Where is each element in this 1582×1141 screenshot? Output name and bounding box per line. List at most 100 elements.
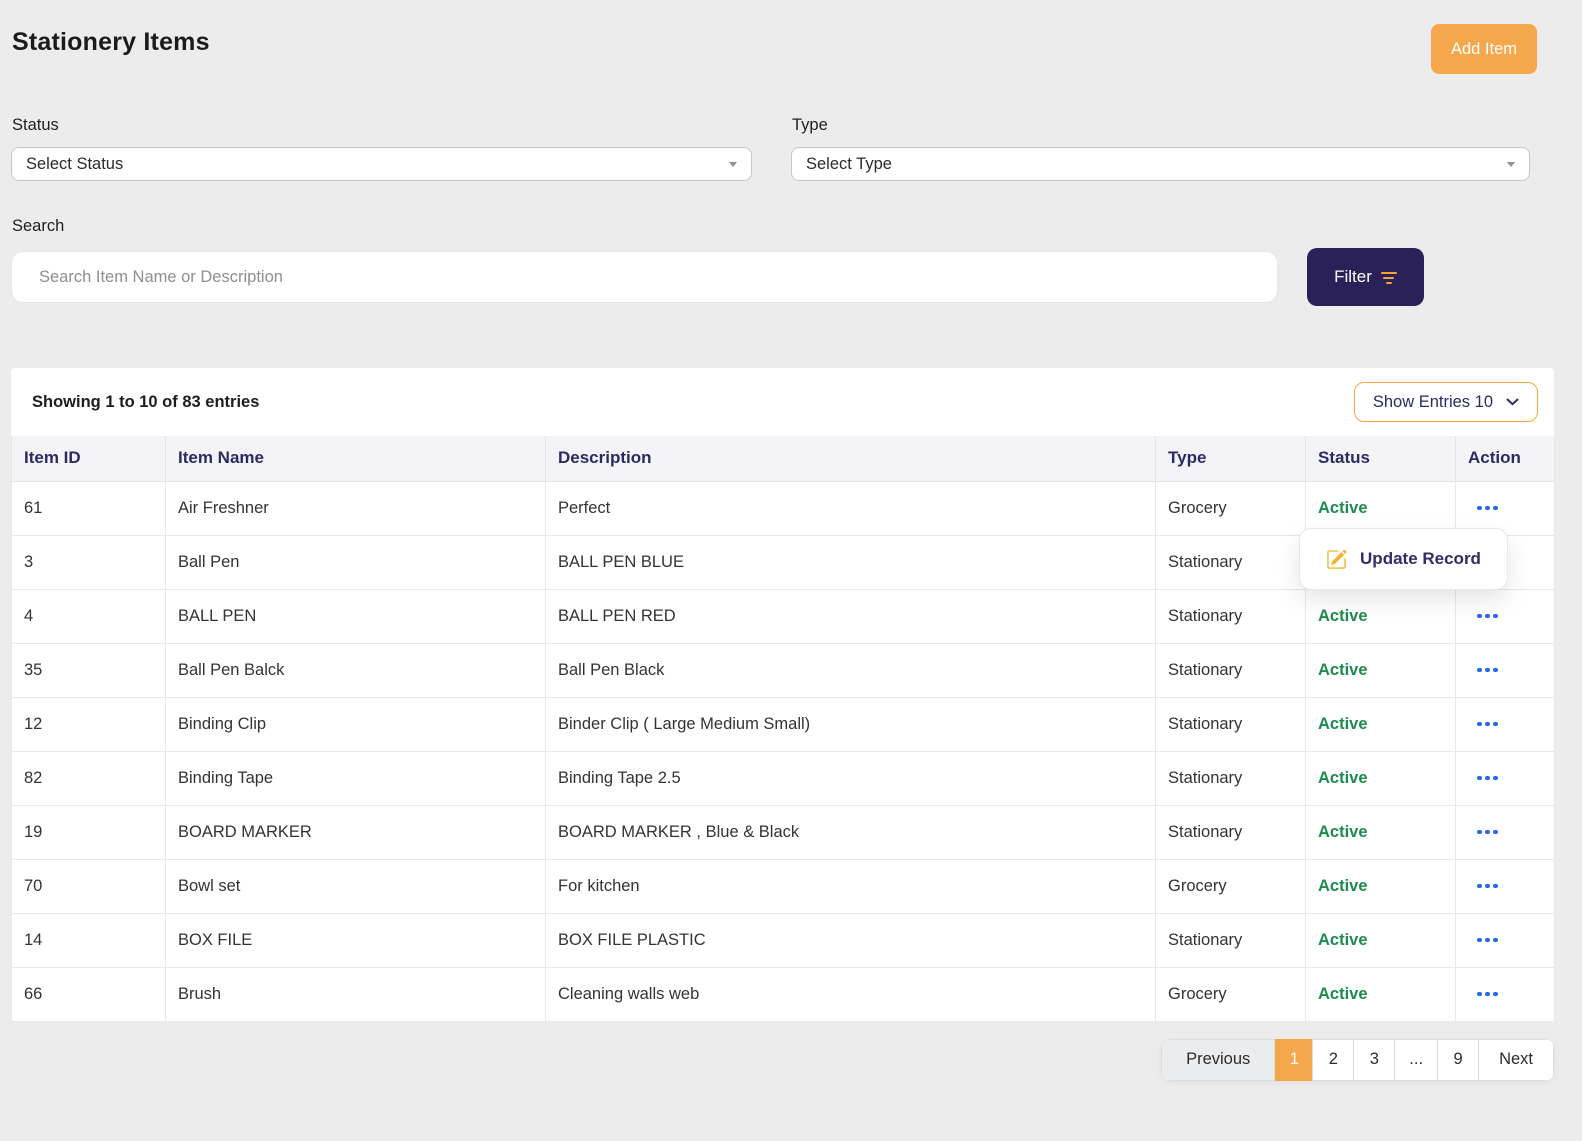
cell-action <box>1455 588 1555 644</box>
update-record-label: Update Record <box>1360 549 1481 568</box>
cell-status: Active <box>1305 804 1456 860</box>
update-record-menu-item[interactable]: Update Record <box>1299 528 1508 590</box>
cell-status: Active <box>1305 480 1456 536</box>
cell-description: BOARD MARKER , Blue & Black <box>545 804 1156 860</box>
page: Stationery Items Add Item Status Select … <box>0 0 1582 1081</box>
cell-item-id: 61 <box>11 480 166 536</box>
table-row: 66 Brush Cleaning walls web Grocery Acti… <box>11 966 1555 1022</box>
cell-action <box>1455 750 1555 806</box>
ellipsis-icon <box>1477 937 1482 943</box>
cell-type: Grocery <box>1155 480 1306 536</box>
status-filter-group: Status Select Status <box>11 80 752 181</box>
pagination-page-button[interactable]: 9 <box>1437 1038 1480 1081</box>
col-description: Description <box>545 436 1156 482</box>
cell-description: BALL PEN BLUE <box>545 534 1156 590</box>
cell-action <box>1455 858 1555 914</box>
cell-item-name: Binding Tape <box>165 750 546 806</box>
cell-status: Active <box>1305 588 1456 644</box>
cell-item-name: BALL PEN <box>165 588 546 644</box>
cell-item-name: Ball Pen <box>165 534 546 590</box>
chevron-down-icon <box>1506 398 1519 406</box>
ellipsis-icon <box>1477 613 1482 619</box>
cell-type: Stationary <box>1155 750 1306 806</box>
filters-grid: Status Select Status Type Select Type <box>11 80 1554 181</box>
col-status: Status <box>1305 436 1456 482</box>
ellipsis-icon <box>1477 775 1482 781</box>
ellipsis-icon <box>1477 667 1482 673</box>
cell-item-name: Air Freshner <box>165 480 546 536</box>
type-filter-group: Type Select Type <box>791 80 1530 181</box>
cell-item-id: 12 <box>11 696 166 752</box>
row-actions-button[interactable] <box>1475 932 1500 949</box>
cell-status: Active <box>1305 966 1456 1022</box>
col-action: Action <box>1455 436 1555 482</box>
cell-item-id: 66 <box>11 966 166 1022</box>
cell-type: Stationary <box>1155 912 1306 968</box>
show-entries-select[interactable]: Show Entries 10 <box>1353 382 1538 422</box>
show-entries-label: Show Entries 10 <box>1372 392 1493 411</box>
table-row: 61 Air Freshner Perfect Grocery Active <box>11 480 1555 536</box>
cell-item-name: BOX FILE <box>165 912 546 968</box>
row-actions-button[interactable] <box>1475 662 1500 679</box>
cell-action <box>1455 966 1555 1022</box>
add-item-button[interactable]: Add Item <box>1430 24 1537 74</box>
row-actions-button[interactable] <box>1475 500 1500 517</box>
table-row: 19 BOARD MARKER BOARD MARKER , Blue & Bl… <box>11 804 1555 860</box>
search-input[interactable] <box>11 251 1278 303</box>
status-label: Status <box>12 116 59 134</box>
cell-description: Binder Clip ( Large Medium Small) <box>545 696 1156 752</box>
pagination-previous-button[interactable]: Previous <box>1161 1038 1276 1081</box>
ellipsis-icon <box>1477 883 1482 889</box>
top-bar: Stationery Items Add Item <box>11 0 1554 80</box>
table-card-header: Showing 1 to 10 of 83 entries Show Entri… <box>11 368 1554 436</box>
filter-button[interactable]: Filter <box>1307 248 1424 306</box>
cell-description: Cleaning walls web <box>545 966 1156 1022</box>
cell-status: Active <box>1305 696 1456 752</box>
cell-action <box>1455 804 1555 860</box>
cell-item-id: 19 <box>11 804 166 860</box>
pagination-page-button[interactable]: 3 <box>1353 1038 1396 1081</box>
row-actions-button[interactable] <box>1475 824 1500 841</box>
status-select[interactable]: Select Status <box>11 147 752 181</box>
row-actions-button[interactable] <box>1475 770 1500 787</box>
pagination-page-button[interactable]: 1 <box>1275 1038 1314 1081</box>
cell-description: BALL PEN RED <box>545 588 1156 644</box>
ellipsis-icon <box>1477 991 1482 997</box>
pagination-pages: 1 2 3 ... 9 <box>1275 1038 1480 1081</box>
row-actions-button[interactable] <box>1475 716 1500 733</box>
search-row: Filter <box>11 248 1554 306</box>
type-label: Type <box>792 116 828 134</box>
type-select[interactable]: Select Type <box>791 147 1530 181</box>
cell-type: Stationary <box>1155 588 1306 644</box>
search-label: Search <box>12 217 65 235</box>
cell-type: Stationary <box>1155 696 1306 752</box>
filter-lines-icon <box>1380 272 1397 284</box>
table-row: 70 Bowl set For kitchen Grocery Active <box>11 858 1555 914</box>
ellipsis-icon <box>1477 721 1482 727</box>
cell-item-name: Bowl set <box>165 858 546 914</box>
cell-item-name: BOARD MARKER <box>165 804 546 860</box>
entries-summary: Showing 1 to 10 of 83 entries <box>32 392 260 411</box>
caret-down-icon <box>729 161 737 167</box>
cell-item-name: Brush <box>165 966 546 1022</box>
row-actions-button[interactable] <box>1475 608 1500 625</box>
edit-icon <box>1327 549 1347 569</box>
row-actions-button[interactable] <box>1475 878 1500 895</box>
cell-type: Stationary <box>1155 534 1306 590</box>
table-row: 12 Binding Clip Binder Clip ( Large Medi… <box>11 696 1555 752</box>
cell-item-id: 14 <box>11 912 166 968</box>
filter-button-label: Filter <box>1334 267 1372 286</box>
cell-item-name: Binding Clip <box>165 696 546 752</box>
pagination-page-button[interactable]: 2 <box>1312 1038 1355 1081</box>
table-row: 4 BALL PEN BALL PEN RED Stationary Activ… <box>11 588 1555 644</box>
type-select-value: Select Type <box>806 154 892 173</box>
cell-type: Grocery <box>1155 858 1306 914</box>
stationery-table: Item ID Item Name Description Type Statu… <box>11 436 1555 1022</box>
cell-type: Grocery <box>1155 966 1306 1022</box>
row-actions-button[interactable] <box>1475 986 1500 1003</box>
table-card: Showing 1 to 10 of 83 entries Show Entri… <box>11 368 1555 1022</box>
cell-item-id: 4 <box>11 588 166 644</box>
pagination-next-button[interactable]: Next <box>1478 1038 1554 1081</box>
cell-status: Active <box>1305 642 1456 698</box>
cell-action <box>1455 480 1555 536</box>
